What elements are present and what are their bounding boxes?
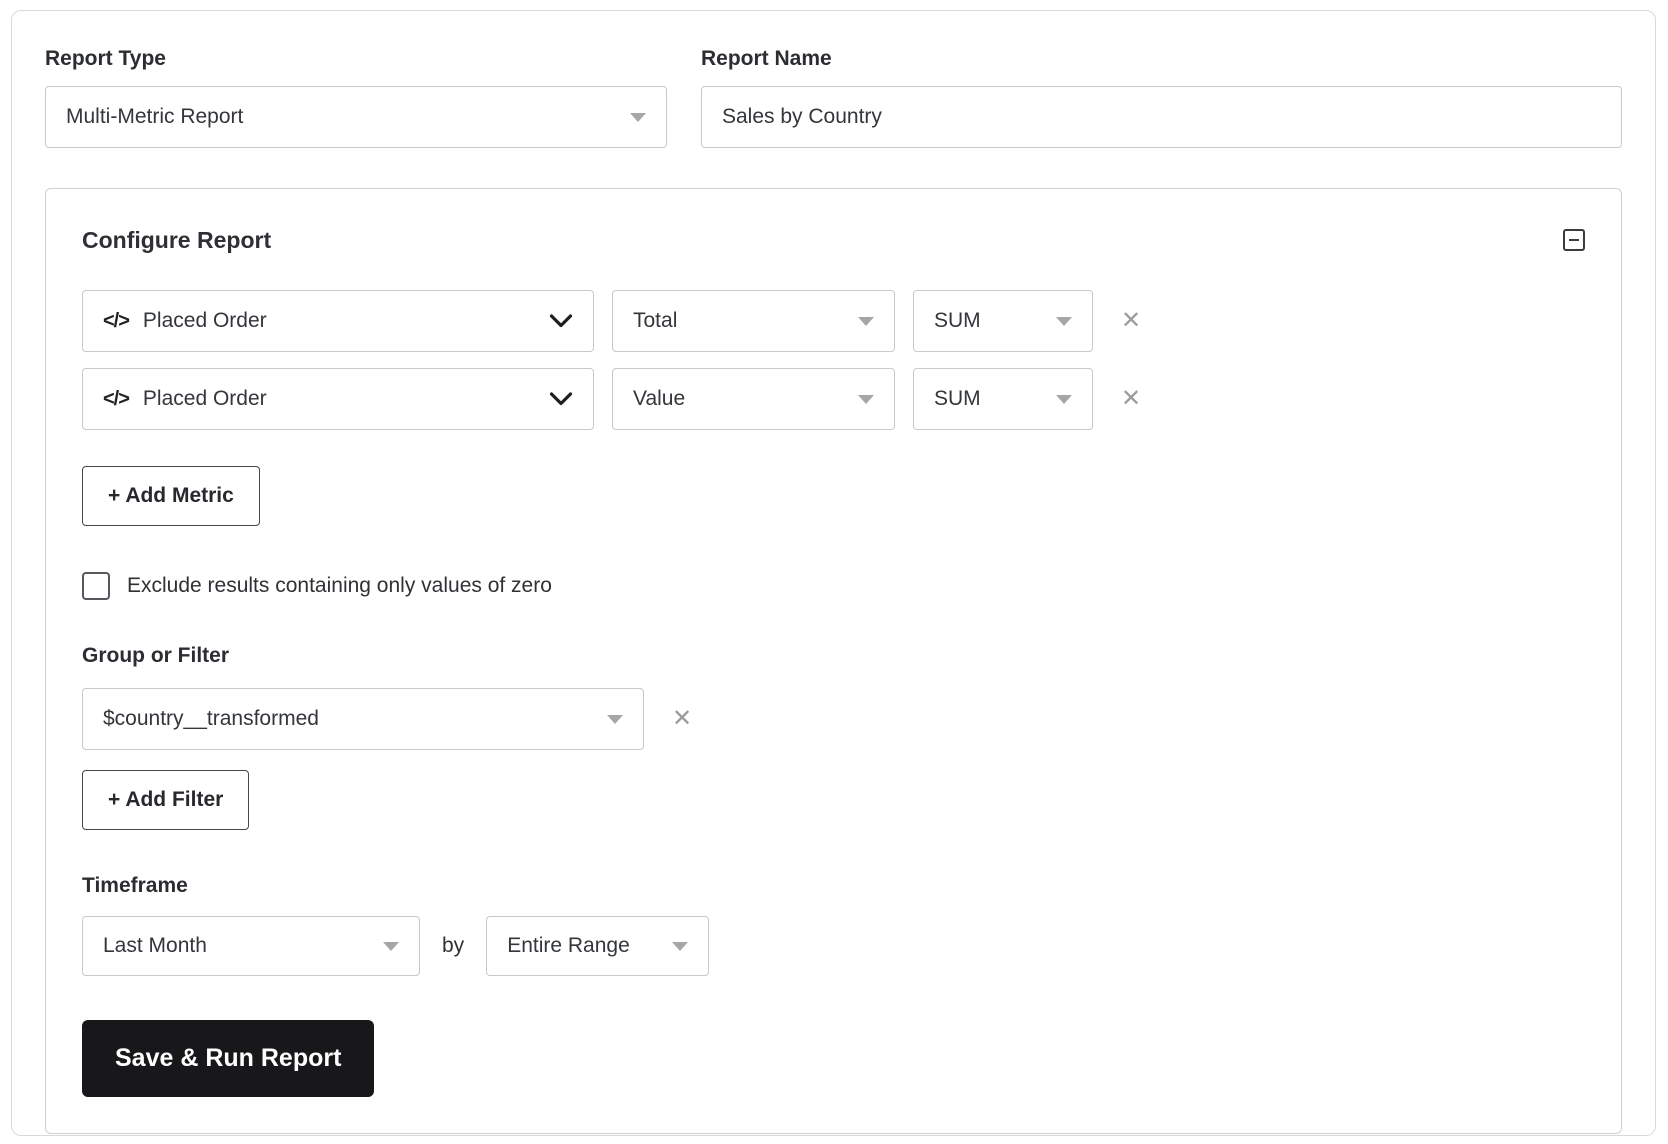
- dropdown-arrow-icon: [672, 942, 688, 951]
- code-icon: </>: [103, 388, 129, 411]
- remove-metric-button[interactable]: ✕: [1121, 387, 1141, 411]
- metric-select-value: Placed Order: [143, 309, 535, 333]
- chevron-down-icon: [549, 314, 573, 329]
- report-type-select[interactable]: Multi-Metric Report: [45, 86, 667, 148]
- metric-select[interactable]: </> Placed Order: [82, 368, 594, 430]
- metric-measurement-value: Total: [633, 309, 858, 333]
- group-filter-select[interactable]: $country__transformed: [82, 688, 644, 750]
- configure-report-title: Configure Report: [82, 221, 271, 254]
- dropdown-arrow-icon: [607, 715, 623, 724]
- chevron-down-icon: [549, 392, 573, 407]
- metric-aggregation-value: SUM: [934, 387, 1056, 411]
- report-builder-card: Report Type Multi-Metric Report Report N…: [11, 10, 1656, 1136]
- remove-metric-button[interactable]: ✕: [1121, 309, 1141, 333]
- dropdown-arrow-icon: [858, 317, 874, 326]
- filter-row: $country__transformed ✕: [82, 688, 1585, 750]
- dropdown-arrow-icon: [383, 942, 399, 951]
- metric-row: </> Placed Order Total SUM ✕: [82, 290, 1585, 352]
- report-type-label: Report Type: [45, 47, 667, 71]
- collapse-panel-icon[interactable]: [1563, 229, 1585, 251]
- metric-aggregation-select[interactable]: SUM: [913, 368, 1093, 430]
- report-type-value: Multi-Metric Report: [66, 105, 630, 129]
- dropdown-arrow-icon: [858, 395, 874, 404]
- save-run-report-button[interactable]: Save & Run Report: [82, 1020, 374, 1097]
- report-name-input[interactable]: [701, 86, 1622, 148]
- dropdown-arrow-icon: [630, 113, 646, 122]
- remove-filter-button[interactable]: ✕: [672, 707, 692, 731]
- group-or-filter-label: Group or Filter: [82, 644, 1585, 668]
- by-label: by: [442, 934, 464, 958]
- timeframe-value: Last Month: [103, 934, 383, 958]
- configure-report-panel: Configure Report </> Placed Order Total …: [45, 188, 1622, 1134]
- metric-measurement-select[interactable]: Total: [612, 290, 895, 352]
- exclude-zero-checkbox[interactable]: [82, 572, 110, 600]
- metric-aggregation-value: SUM: [934, 309, 1056, 333]
- metric-select[interactable]: </> Placed Order: [82, 290, 594, 352]
- interval-select[interactable]: Entire Range: [486, 916, 709, 976]
- metric-row: </> Placed Order Value SUM ✕: [82, 368, 1585, 430]
- add-filter-button[interactable]: + Add Filter: [82, 770, 249, 830]
- timeframe-select[interactable]: Last Month: [82, 916, 420, 976]
- exclude-zero-row: Exclude results containing only values o…: [82, 572, 1585, 600]
- metric-aggregation-select[interactable]: SUM: [913, 290, 1093, 352]
- configure-panel-header: Configure Report: [82, 221, 1585, 254]
- timeframe-label: Timeframe: [82, 874, 1585, 898]
- report-type-field: Report Type Multi-Metric Report: [45, 47, 667, 148]
- group-filter-value: $country__transformed: [103, 707, 607, 731]
- code-icon: </>: [103, 310, 129, 333]
- metric-select-value: Placed Order: [143, 387, 535, 411]
- metric-rows: </> Placed Order Total SUM ✕: [82, 290, 1585, 430]
- report-header-row: Report Type Multi-Metric Report Report N…: [12, 11, 1655, 148]
- metric-measurement-value: Value: [633, 387, 858, 411]
- dropdown-arrow-icon: [1056, 395, 1072, 404]
- exclude-zero-label: Exclude results containing only values o…: [127, 574, 552, 598]
- dropdown-arrow-icon: [1056, 317, 1072, 326]
- add-metric-button[interactable]: + Add Metric: [82, 466, 260, 526]
- report-name-field: Report Name: [701, 47, 1622, 148]
- timeframe-row: Last Month by Entire Range: [82, 916, 1585, 976]
- interval-value: Entire Range: [507, 934, 672, 958]
- report-name-label: Report Name: [701, 47, 1622, 71]
- metric-measurement-select[interactable]: Value: [612, 368, 895, 430]
